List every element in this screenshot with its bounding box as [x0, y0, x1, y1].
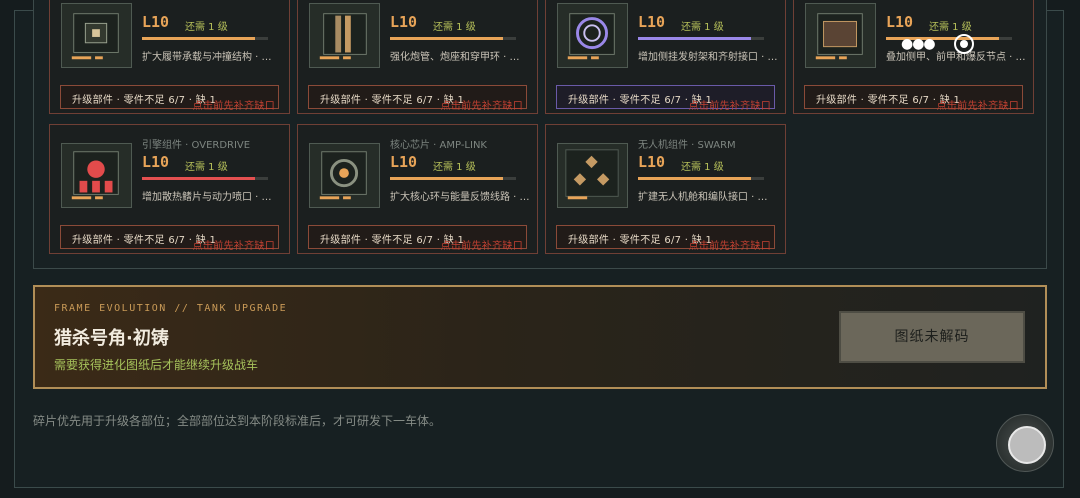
part-subtitle: 无人机组件 · SWARM	[638, 140, 736, 151]
part-progress-fill	[638, 177, 752, 180]
more-dots-icon[interactable]: ●●●	[901, 36, 936, 52]
core-chip-icon	[309, 143, 380, 208]
part-progress-fill	[390, 37, 504, 40]
part-progress-fill	[142, 37, 256, 40]
part-description: 增加侧挂发射架和齐射接口 · …	[638, 52, 778, 63]
footer-tip: 碎片优先用于升级各部位；全部部位达到本阶段标准后，才可研发下一车体。	[33, 414, 442, 428]
mini-program-capsule: ●●●	[887, 26, 987, 62]
part-card-launcher[interactable]: L10 还需 1 级 增加侧挂发射架和齐射接口 · … 升级部件 · 零件不足 …	[545, 0, 786, 114]
part-description: 增加散热鳍片与动力喷口 · …	[142, 192, 272, 203]
drone-module-icon	[557, 143, 628, 208]
upgrade-hint: 点击前先补齐缺口	[440, 101, 523, 112]
blueprint-locked-button[interactable]: 图纸未解码	[839, 311, 1025, 363]
part-level-need: 还需 1 级	[185, 162, 228, 173]
tread-module-icon	[61, 3, 132, 68]
upgrade-hint: 点击前先补齐缺口	[936, 101, 1019, 112]
upgrade-hint: 点击前先补齐缺口	[192, 101, 275, 112]
part-level: L10	[638, 153, 666, 171]
upgrade-hint: 点击前先补齐缺口	[192, 241, 275, 252]
upgrade-part-button[interactable]: 升级部件 · 零件不足 6/7 · 缺 1 点击前先补齐缺口	[60, 85, 279, 112]
part-progress-fill	[142, 177, 256, 180]
floating-button-icon	[1008, 426, 1046, 464]
evolution-title: 猎杀号角·初铸	[54, 328, 169, 349]
launcher-module-icon	[557, 3, 628, 68]
part-level: L10	[390, 13, 418, 31]
part-card-cannon[interactable]: L10 还需 1 级 强化炮管、炮座和穿甲环 · … 升级部件 · 零件不足 6…	[297, 0, 538, 114]
part-progress-bar	[638, 177, 764, 180]
upgrade-hint: 点击前先补齐缺口	[688, 241, 771, 252]
upgrade-part-button[interactable]: 升级部件 · 零件不足 6/7 · 缺 1 点击前先补齐缺口	[308, 225, 527, 252]
part-progress-bar	[142, 37, 268, 40]
part-progress-fill	[390, 177, 504, 180]
part-level-need: 还需 1 级	[185, 22, 228, 33]
part-description: 扩大履带承载与冲撞结构 · …	[142, 52, 272, 63]
floating-action-button[interactable]	[996, 414, 1054, 472]
frame-evolution-panel: FRAME EVOLUTION // TANK UPGRADE 猎杀号角·初铸 …	[33, 285, 1047, 389]
part-level: L10	[142, 153, 170, 171]
part-level: L10	[142, 13, 170, 31]
part-card-engine[interactable]: 引擎组件 · OVERDRIVE L10 还需 1 级 增加散热鳍片与动力喷口 …	[49, 124, 290, 254]
part-card-drone[interactable]: 无人机组件 · SWARM L10 还需 1 级 扩建无人机舱和编队接口 · ……	[545, 124, 786, 254]
part-progress-bar	[390, 37, 516, 40]
upgrade-hint: 点击前先补齐缺口	[688, 101, 771, 112]
part-card-core[interactable]: 核心芯片 · AMP-LINK L10 还需 1 级 扩大核心环与能量反馈线路 …	[297, 124, 538, 254]
part-progress-fill	[638, 37, 752, 40]
part-level-need: 还需 1 级	[433, 162, 476, 173]
part-progress-bar	[390, 177, 516, 180]
part-progress-bar	[638, 37, 764, 40]
upgrade-part-button[interactable]: 升级部件 · 零件不足 6/7 · 缺 1 点击前先补齐缺口	[60, 225, 279, 252]
part-card-tread[interactable]: L10 还需 1 级 扩大履带承载与冲撞结构 · … 升级部件 · 零件不足 6…	[49, 0, 290, 114]
close-target-icon[interactable]	[954, 34, 974, 54]
part-level: L10	[390, 153, 418, 171]
part-progress-bar	[142, 177, 268, 180]
upgrade-hint: 点击前先补齐缺口	[440, 241, 523, 252]
part-subtitle: 核心芯片 · AMP-LINK	[390, 140, 487, 151]
part-level-need: 还需 1 级	[433, 22, 476, 33]
part-description: 扩大核心环与能量反馈线路 · …	[390, 192, 530, 203]
part-level-need: 还需 1 级	[681, 162, 724, 173]
evolution-note: 需要获得进化图纸后才能继续升级战车	[54, 358, 259, 372]
armor-module-icon	[805, 3, 876, 68]
upgrade-part-button[interactable]: 升级部件 · 零件不足 6/7 · 缺 1 点击前先补齐缺口	[308, 85, 527, 112]
part-description: 强化炮管、炮座和穿甲环 · …	[390, 52, 520, 63]
engine-module-icon	[61, 143, 132, 208]
part-description: 扩建无人机舱和编队接口 · …	[638, 192, 768, 203]
cannon-module-icon	[309, 3, 380, 68]
upgrade-part-button[interactable]: 升级部件 · 零件不足 6/7 · 缺 1 点击前先补齐缺口	[804, 85, 1023, 112]
part-subtitle: 引擎组件 · OVERDRIVE	[142, 140, 251, 151]
upgrade-part-button[interactable]: 升级部件 · 零件不足 6/7 · 缺 1 点击前先补齐缺口	[556, 85, 775, 112]
part-level-need: 还需 1 级	[681, 22, 724, 33]
part-level: L10	[638, 13, 666, 31]
upgrade-part-button[interactable]: 升级部件 · 零件不足 6/7 · 缺 1 点击前先补齐缺口	[556, 225, 775, 252]
evolution-tag: FRAME EVOLUTION // TANK UPGRADE	[54, 303, 288, 314]
